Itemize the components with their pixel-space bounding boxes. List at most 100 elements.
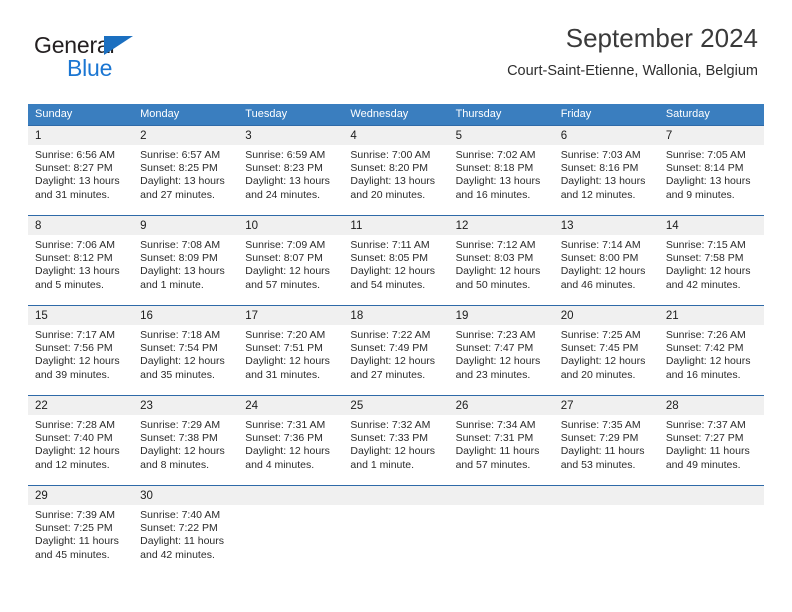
- day-cell[interactable]: 13 Sunrise: 7:14 AM Sunset: 8:00 PM Dayl…: [554, 216, 659, 305]
- day-cell[interactable]: 18 Sunrise: 7:22 AM Sunset: 7:49 PM Dayl…: [343, 306, 448, 395]
- daylight-text-2: and 53 minutes.: [560, 458, 636, 471]
- sunrise-text: Sunrise: 6:56 AM: [35, 149, 115, 161]
- page-subtitle: Court-Saint-Etienne, Wallonia, Belgium: [507, 63, 758, 79]
- weekday-header-row: Sunday Monday Tuesday Wednesday Thursday…: [28, 104, 764, 125]
- day-number: 25: [350, 400, 364, 412]
- day-cell[interactable]: 26 Sunrise: 7:34 AM Sunset: 7:31 PM Dayl…: [449, 396, 554, 485]
- day-cell[interactable]: 28 Sunrise: 7:37 AM Sunset: 7:27 PM Dayl…: [659, 396, 764, 485]
- page-title: September 2024: [565, 23, 758, 53]
- day-cell[interactable]: 24 Sunrise: 7:31 AM Sunset: 7:36 PM Dayl…: [238, 396, 343, 485]
- day-cell[interactable]: 15 Sunrise: 7:17 AM Sunset: 7:56 PM Dayl…: [28, 306, 133, 395]
- daylight-text-2: and 27 minutes.: [350, 368, 426, 381]
- daylight-text-2: and 16 minutes.: [455, 188, 531, 201]
- day-details: Sunrise: 7:15 AM Sunset: 7:58 PM Dayligh…: [666, 235, 758, 292]
- day-cell[interactable]: 17 Sunrise: 7:20 AM Sunset: 7:51 PM Dayl…: [238, 306, 343, 395]
- sunset-text: Sunset: 7:27 PM: [665, 432, 744, 445]
- day-details: Sunrise: 7:12 AM Sunset: 8:03 PM Dayligh…: [456, 235, 548, 292]
- daylight-text-2: and 5 minutes.: [35, 278, 104, 291]
- day-cell[interactable]: 7 Sunrise: 7:05 AM Sunset: 8:14 PM Dayli…: [659, 126, 764, 215]
- day-number: 14: [665, 220, 679, 232]
- day-cell[interactable]: 9 Sunrise: 7:08 AM Sunset: 8:09 PM Dayli…: [133, 216, 238, 305]
- day-cell-empty: [449, 486, 554, 575]
- day-number: 22: [35, 400, 48, 412]
- day-cell[interactable]: 4 Sunrise: 7:00 AM Sunset: 8:20 PM Dayli…: [343, 126, 448, 215]
- daylight-text-1: Daylight: 12 hours: [140, 355, 225, 368]
- day-cell[interactable]: 11 Sunrise: 7:11 AM Sunset: 8:05 PM Dayl…: [343, 216, 448, 305]
- daylight-text-1: Daylight: 12 hours: [350, 445, 436, 458]
- sunrise-text: Sunrise: 7:35 AM: [560, 419, 641, 431]
- day-cell[interactable]: 12 Sunrise: 7:12 AM Sunset: 8:03 PM Dayl…: [449, 216, 554, 305]
- sunrise-text: Sunrise: 7:20 AM: [245, 329, 326, 341]
- daylight-text-1: Daylight: 11 hours: [665, 445, 750, 458]
- daylight-text-2: and 9 minutes.: [665, 188, 735, 201]
- day-cell[interactable]: 29 Sunrise: 7:39 AM Sunset: 7:25 PM Dayl…: [28, 486, 133, 575]
- day-cell[interactable]: 14 Sunrise: 7:15 AM Sunset: 7:58 PM Dayl…: [659, 216, 764, 305]
- daylight-text-2: and 45 minutes.: [35, 548, 110, 561]
- sunset-text: Sunset: 7:40 PM: [35, 432, 113, 445]
- day-cell[interactable]: 25 Sunrise: 7:32 AM Sunset: 7:33 PM Dayl…: [343, 396, 448, 485]
- general-blue-logo: General Blue: [34, 32, 214, 88]
- day-cell[interactable]: 21 Sunrise: 7:26 AM Sunset: 7:42 PM Dayl…: [659, 306, 764, 395]
- daylight-text-1: Daylight: 13 hours: [35, 265, 120, 278]
- sunset-text: Sunset: 8:00 PM: [560, 252, 639, 265]
- sunrise-text: Sunrise: 7:03 AM: [560, 149, 641, 161]
- weekday-sunday: Sunday: [35, 108, 73, 120]
- daylight-text-1: Daylight: 11 hours: [560, 445, 645, 458]
- day-cell[interactable]: 22 Sunrise: 7:28 AM Sunset: 7:40 PM Dayl…: [28, 396, 133, 485]
- day-cell[interactable]: 20 Sunrise: 7:25 AM Sunset: 7:45 PM Dayl…: [554, 306, 659, 395]
- day-number: 19: [455, 310, 469, 322]
- day-number: 30: [140, 490, 153, 502]
- sunset-text: Sunset: 8:12 PM: [35, 252, 113, 265]
- day-cell[interactable]: 10 Sunrise: 7:09 AM Sunset: 8:07 PM Dayl…: [238, 216, 343, 305]
- day-cell[interactable]: 8 Sunrise: 7:06 AM Sunset: 8:12 PM Dayli…: [28, 216, 133, 305]
- day-number: 10: [245, 220, 259, 232]
- day-details: Sunrise: 7:32 AM Sunset: 7:33 PM Dayligh…: [350, 415, 442, 472]
- day-details: Sunrise: 7:28 AM Sunset: 7:40 PM Dayligh…: [35, 415, 127, 472]
- week-row: 8 Sunrise: 7:06 AM Sunset: 8:12 PM Dayli…: [28, 215, 764, 305]
- day-cell[interactable]: 5 Sunrise: 7:02 AM Sunset: 8:18 PM Dayli…: [449, 126, 554, 215]
- day-cell[interactable]: 19 Sunrise: 7:23 AM Sunset: 7:47 PM Dayl…: [449, 306, 554, 395]
- day-cell[interactable]: 16 Sunrise: 7:18 AM Sunset: 7:54 PM Dayl…: [133, 306, 238, 395]
- day-cell[interactable]: 2 Sunrise: 6:57 AM Sunset: 8:25 PM Dayli…: [133, 126, 238, 215]
- day-number: 5: [455, 130, 462, 142]
- daylight-text-2: and 49 minutes.: [665, 458, 741, 471]
- sunrise-text: Sunrise: 7:32 AM: [350, 419, 431, 431]
- day-cell[interactable]: 30 Sunrise: 7:40 AM Sunset: 7:22 PM Dayl…: [133, 486, 238, 575]
- logo-text-blue: Blue: [67, 55, 113, 81]
- day-cell[interactable]: 3 Sunrise: 6:59 AM Sunset: 8:23 PM Dayli…: [238, 126, 343, 215]
- weekday-friday: Friday: [560, 108, 592, 120]
- sunrise-text: Sunrise: 7:02 AM: [455, 149, 536, 161]
- sunset-text: Sunset: 8:14 PM: [665, 162, 744, 175]
- sunrise-text: Sunrise: 7:25 AM: [560, 329, 641, 341]
- sunrise-text: Sunrise: 7:08 AM: [140, 239, 221, 251]
- day-cell[interactable]: 27 Sunrise: 7:35 AM Sunset: 7:29 PM Dayl…: [554, 396, 659, 485]
- weekday-monday: Monday: [140, 108, 180, 120]
- day-number: 2: [140, 130, 147, 142]
- weekday-thursday: Thursday: [455, 108, 502, 120]
- page-header: General Blue September 2024 Court-Saint-…: [28, 22, 758, 98]
- week-row: 29 Sunrise: 7:39 AM Sunset: 7:25 PM Dayl…: [28, 485, 764, 575]
- day-number: 17: [245, 310, 259, 322]
- daylight-text-2: and 1 minute.: [350, 458, 415, 471]
- daylight-text-1: Daylight: 12 hours: [35, 445, 120, 458]
- day-details: Sunrise: 7:18 AM Sunset: 7:54 PM Dayligh…: [140, 325, 232, 382]
- daylight-text-1: Daylight: 12 hours: [35, 355, 120, 368]
- daylight-text-1: Daylight: 13 hours: [35, 175, 120, 188]
- sunrise-text: Sunrise: 7:09 AM: [245, 239, 326, 251]
- day-cell[interactable]: 6 Sunrise: 7:03 AM Sunset: 8:16 PM Dayli…: [554, 126, 659, 215]
- day-cell[interactable]: 1 Sunrise: 6:56 AM Sunset: 8:27 PM Dayli…: [28, 126, 133, 215]
- day-number: 27: [560, 400, 574, 412]
- sunset-text: Sunset: 8:09 PM: [140, 252, 218, 265]
- daylight-text-1: Daylight: 12 hours: [455, 355, 541, 368]
- sunset-text: Sunset: 7:45 PM: [560, 342, 639, 355]
- daylight-text-1: Daylight: 12 hours: [665, 355, 751, 368]
- day-number: 23: [140, 400, 153, 412]
- sunrise-text: Sunrise: 7:26 AM: [665, 329, 746, 341]
- daylight-text-1: Daylight: 12 hours: [560, 355, 646, 368]
- sunrise-text: Sunrise: 7:40 AM: [140, 509, 221, 521]
- daylight-text-1: Daylight: 11 hours: [35, 535, 119, 548]
- day-cell[interactable]: 23 Sunrise: 7:29 AM Sunset: 7:38 PM Dayl…: [133, 396, 238, 485]
- sunrise-text: Sunrise: 7:15 AM: [665, 239, 746, 251]
- calendar-grid: Sunday Monday Tuesday Wednesday Thursday…: [28, 104, 764, 575]
- day-number: 7: [665, 130, 673, 142]
